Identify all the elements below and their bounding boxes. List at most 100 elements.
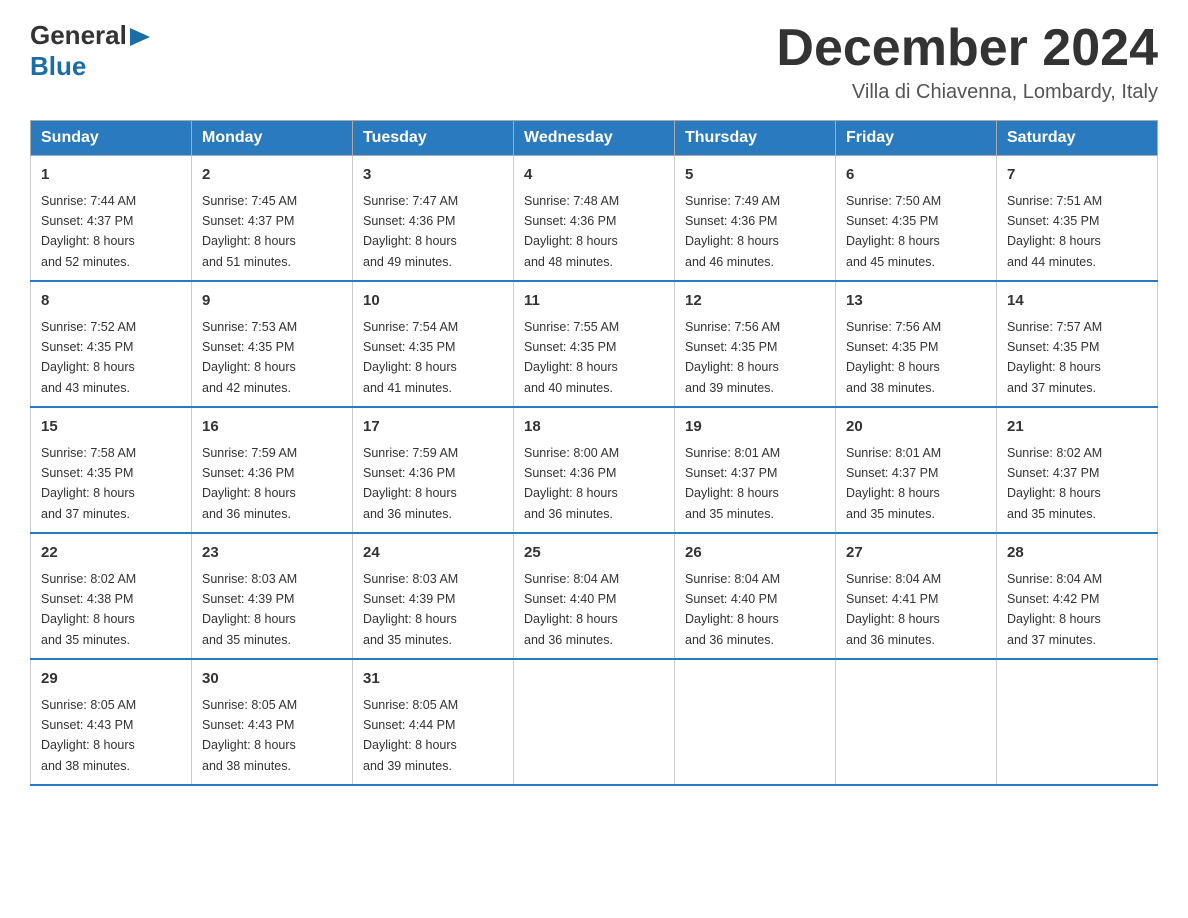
day-info: Sunrise: 7:50 AMSunset: 4:35 PMDaylight:… [846, 194, 941, 269]
day-number: 12 [685, 290, 825, 313]
day-info: Sunrise: 8:02 AMSunset: 4:38 PMDaylight:… [41, 572, 136, 647]
day-info: Sunrise: 8:02 AMSunset: 4:37 PMDaylight:… [1007, 446, 1102, 521]
day-info: Sunrise: 8:03 AMSunset: 4:39 PMDaylight:… [202, 572, 297, 647]
day-number: 1 [41, 164, 181, 187]
logo-wrapper: General Blue [30, 20, 152, 82]
day-info: Sunrise: 7:45 AMSunset: 4:37 PMDaylight:… [202, 194, 297, 269]
day-info: Sunrise: 8:04 AMSunset: 4:41 PMDaylight:… [846, 572, 941, 647]
calendar-cell: 23 Sunrise: 8:03 AMSunset: 4:39 PMDaylig… [192, 533, 353, 659]
day-info: Sunrise: 8:05 AMSunset: 4:43 PMDaylight:… [41, 698, 136, 773]
day-number: 19 [685, 416, 825, 439]
calendar-header: SundayMondayTuesdayWednesdayThursdayFrid… [31, 121, 1158, 156]
day-number: 18 [524, 416, 664, 439]
day-info: Sunrise: 7:54 AMSunset: 4:35 PMDaylight:… [363, 320, 458, 395]
day-number: 2 [202, 164, 342, 187]
calendar-cell: 11 Sunrise: 7:55 AMSunset: 4:35 PMDaylig… [514, 281, 675, 407]
calendar-cell: 2 Sunrise: 7:45 AMSunset: 4:37 PMDayligh… [192, 156, 353, 282]
day-number: 15 [41, 416, 181, 439]
day-number: 25 [524, 542, 664, 565]
day-number: 4 [524, 164, 664, 187]
calendar-cell: 4 Sunrise: 7:48 AMSunset: 4:36 PMDayligh… [514, 156, 675, 282]
day-number: 22 [41, 542, 181, 565]
day-info: Sunrise: 8:04 AMSunset: 4:42 PMDaylight:… [1007, 572, 1102, 647]
day-header-saturday: Saturday [997, 121, 1158, 156]
calendar-cell: 14 Sunrise: 7:57 AMSunset: 4:35 PMDaylig… [997, 281, 1158, 407]
calendar-week-5: 29 Sunrise: 8:05 AMSunset: 4:43 PMDaylig… [31, 659, 1158, 785]
day-info: Sunrise: 7:59 AMSunset: 4:36 PMDaylight:… [363, 446, 458, 521]
day-number: 31 [363, 668, 503, 691]
calendar-cell: 22 Sunrise: 8:02 AMSunset: 4:38 PMDaylig… [31, 533, 192, 659]
day-header-tuesday: Tuesday [353, 121, 514, 156]
day-number: 27 [846, 542, 986, 565]
day-info: Sunrise: 8:01 AMSunset: 4:37 PMDaylight:… [846, 446, 941, 521]
logo-line2: Blue [30, 51, 152, 82]
calendar-cell: 30 Sunrise: 8:05 AMSunset: 4:43 PMDaylig… [192, 659, 353, 785]
calendar-cell: 7 Sunrise: 7:51 AMSunset: 4:35 PMDayligh… [997, 156, 1158, 282]
day-info: Sunrise: 7:56 AMSunset: 4:35 PMDaylight:… [846, 320, 941, 395]
calendar-week-3: 15 Sunrise: 7:58 AMSunset: 4:35 PMDaylig… [31, 407, 1158, 533]
calendar-cell: 29 Sunrise: 8:05 AMSunset: 4:43 PMDaylig… [31, 659, 192, 785]
calendar-cell [675, 659, 836, 785]
calendar-cell: 26 Sunrise: 8:04 AMSunset: 4:40 PMDaylig… [675, 533, 836, 659]
day-info: Sunrise: 8:00 AMSunset: 4:36 PMDaylight:… [524, 446, 619, 521]
calendar-cell [997, 659, 1158, 785]
calendar-cell: 27 Sunrise: 8:04 AMSunset: 4:41 PMDaylig… [836, 533, 997, 659]
day-number: 24 [363, 542, 503, 565]
page-title: December 2024 [776, 20, 1158, 77]
day-header-thursday: Thursday [675, 121, 836, 156]
day-info: Sunrise: 7:53 AMSunset: 4:35 PMDaylight:… [202, 320, 297, 395]
day-number: 20 [846, 416, 986, 439]
calendar-cell: 18 Sunrise: 8:00 AMSunset: 4:36 PMDaylig… [514, 407, 675, 533]
day-number: 7 [1007, 164, 1147, 187]
title-section: December 2024 Villa di Chiavenna, Lombar… [776, 20, 1158, 104]
day-number: 26 [685, 542, 825, 565]
calendar-cell: 20 Sunrise: 8:01 AMSunset: 4:37 PMDaylig… [836, 407, 997, 533]
day-number: 5 [685, 164, 825, 187]
calendar-cell: 5 Sunrise: 7:49 AMSunset: 4:36 PMDayligh… [675, 156, 836, 282]
logo: General Blue [30, 20, 152, 82]
calendar-cell: 12 Sunrise: 7:56 AMSunset: 4:35 PMDaylig… [675, 281, 836, 407]
calendar-table: SundayMondayTuesdayWednesdayThursdayFrid… [30, 120, 1158, 786]
calendar-cell: 31 Sunrise: 8:05 AMSunset: 4:44 PMDaylig… [353, 659, 514, 785]
day-info: Sunrise: 7:59 AMSunset: 4:36 PMDaylight:… [202, 446, 297, 521]
logo-triangle-icon [130, 26, 152, 48]
day-number: 14 [1007, 290, 1147, 313]
day-header-sunday: Sunday [31, 121, 192, 156]
day-number: 17 [363, 416, 503, 439]
day-headers-row: SundayMondayTuesdayWednesdayThursdayFrid… [31, 121, 1158, 156]
calendar-week-4: 22 Sunrise: 8:02 AMSunset: 4:38 PMDaylig… [31, 533, 1158, 659]
calendar-cell: 21 Sunrise: 8:02 AMSunset: 4:37 PMDaylig… [997, 407, 1158, 533]
calendar-week-1: 1 Sunrise: 7:44 AMSunset: 4:37 PMDayligh… [31, 156, 1158, 282]
day-header-friday: Friday [836, 121, 997, 156]
day-number: 9 [202, 290, 342, 313]
day-info: Sunrise: 7:58 AMSunset: 4:35 PMDaylight:… [41, 446, 136, 521]
calendar-cell: 15 Sunrise: 7:58 AMSunset: 4:35 PMDaylig… [31, 407, 192, 533]
day-number: 29 [41, 668, 181, 691]
calendar-cell: 16 Sunrise: 7:59 AMSunset: 4:36 PMDaylig… [192, 407, 353, 533]
day-info: Sunrise: 7:51 AMSunset: 4:35 PMDaylight:… [1007, 194, 1102, 269]
calendar-cell: 6 Sunrise: 7:50 AMSunset: 4:35 PMDayligh… [836, 156, 997, 282]
page-subtitle: Villa di Chiavenna, Lombardy, Italy [776, 81, 1158, 104]
day-number: 6 [846, 164, 986, 187]
calendar-cell: 3 Sunrise: 7:47 AMSunset: 4:36 PMDayligh… [353, 156, 514, 282]
day-info: Sunrise: 7:47 AMSunset: 4:36 PMDaylight:… [363, 194, 458, 269]
day-number: 23 [202, 542, 342, 565]
day-number: 30 [202, 668, 342, 691]
day-info: Sunrise: 8:01 AMSunset: 4:37 PMDaylight:… [685, 446, 780, 521]
day-info: Sunrise: 8:04 AMSunset: 4:40 PMDaylight:… [685, 572, 780, 647]
calendar-body: 1 Sunrise: 7:44 AMSunset: 4:37 PMDayligh… [31, 156, 1158, 786]
calendar-cell: 28 Sunrise: 8:04 AMSunset: 4:42 PMDaylig… [997, 533, 1158, 659]
calendar-cell: 17 Sunrise: 7:59 AMSunset: 4:36 PMDaylig… [353, 407, 514, 533]
calendar-cell: 19 Sunrise: 8:01 AMSunset: 4:37 PMDaylig… [675, 407, 836, 533]
day-info: Sunrise: 7:57 AMSunset: 4:35 PMDaylight:… [1007, 320, 1102, 395]
day-info: Sunrise: 7:55 AMSunset: 4:35 PMDaylight:… [524, 320, 619, 395]
calendar-cell: 10 Sunrise: 7:54 AMSunset: 4:35 PMDaylig… [353, 281, 514, 407]
day-number: 11 [524, 290, 664, 313]
day-info: Sunrise: 8:05 AMSunset: 4:44 PMDaylight:… [363, 698, 458, 773]
calendar-week-2: 8 Sunrise: 7:52 AMSunset: 4:35 PMDayligh… [31, 281, 1158, 407]
day-number: 16 [202, 416, 342, 439]
calendar-cell: 8 Sunrise: 7:52 AMSunset: 4:35 PMDayligh… [31, 281, 192, 407]
calendar-cell [514, 659, 675, 785]
calendar-cell: 24 Sunrise: 8:03 AMSunset: 4:39 PMDaylig… [353, 533, 514, 659]
logo-line1: General [30, 20, 127, 51]
